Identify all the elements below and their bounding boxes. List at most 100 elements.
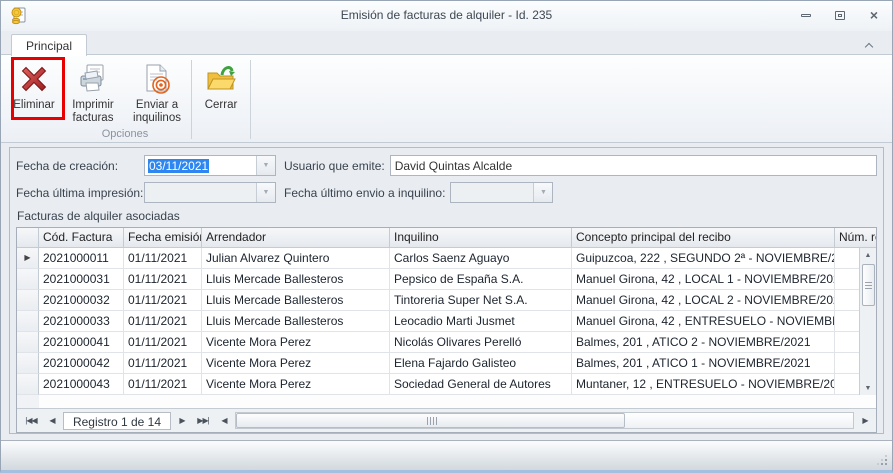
cell-concepto[interactable]: Guipuzcoa, 222 , SEGUNDO 2ª - NOVIEMBRE/…	[572, 248, 835, 269]
cell-inquilino[interactable]: Carlos Saenz Aguayo	[390, 248, 572, 269]
cell-arrendador[interactable]: Vicente Mora Perez	[202, 332, 390, 353]
cell-inquilino[interactable]: Sociedad General de Autores	[390, 374, 572, 395]
cell-fecha-emision[interactable]: 01/11/2021	[124, 374, 202, 395]
cell-arrendador[interactable]: Lluis Mercade Ballesteros	[202, 269, 390, 290]
cell-cod-factura[interactable]: 2021000032	[39, 290, 124, 311]
restore-icon	[835, 11, 845, 20]
row-indicator[interactable]	[17, 311, 39, 332]
fecha-ultima-impresion-value	[145, 183, 256, 202]
header-num-recibos[interactable]: Núm. re	[835, 228, 876, 248]
restore-button[interactable]	[832, 7, 848, 23]
cell-arrendador[interactable]: Lluis Mercade Ballesteros	[202, 311, 390, 332]
cell-cod-factura[interactable]: 2021000011	[39, 248, 124, 269]
eliminar-button[interactable]: Eliminar	[7, 57, 61, 114]
table-row[interactable]: 2021000032 01/11/2021 Lluis Mercade Ball…	[17, 290, 876, 311]
next-record-button[interactable]: ▶	[173, 416, 191, 425]
fecha-creacion-label: Fecha de creación:	[16, 159, 144, 173]
cell-inquilino[interactable]: Tintoreria Super Net S.A.	[390, 290, 572, 311]
row-indicator[interactable]	[17, 374, 39, 395]
cell-cod-factura[interactable]: 2021000041	[39, 332, 124, 353]
table-header: Cód. Factura Fecha emisión Arrendador In…	[17, 228, 876, 248]
scroll-up-button[interactable]: ▲	[860, 248, 876, 262]
cell-fecha-emision[interactable]: 01/11/2021	[124, 248, 202, 269]
cell-fecha-emision[interactable]: 01/11/2021	[124, 332, 202, 353]
scroll-up-icon: ▲	[865, 252, 872, 259]
cell-arrendador[interactable]: Vicente Mora Perez	[202, 374, 390, 395]
cell-concepto[interactable]: Manuel Girona, 42 , LOCAL 2 - NOVIEMBRE/…	[572, 290, 835, 311]
cell-concepto[interactable]: Balmes, 201 , ATICO 1 - NOVIEMBRE/2021	[572, 353, 835, 374]
fecha-ultimo-envio-combo[interactable]: ▼	[450, 182, 553, 203]
close-button[interactable]: ×	[866, 7, 882, 23]
usuario-emite-field[interactable]: David Quintas Alcalde	[390, 155, 877, 176]
vertical-scrollbar[interactable]: ▲ ▼	[859, 248, 876, 395]
last-record-button[interactable]: ▶▶|	[191, 416, 215, 425]
row-indicator[interactable]	[17, 332, 39, 353]
cell-arrendador[interactable]: Vicente Mora Perez	[202, 353, 390, 374]
fecha-ultima-impresion-dropdown-button[interactable]: ▼	[256, 183, 275, 202]
ribbon-group-eliminar: Eliminar	[7, 57, 61, 142]
imprimir-facturas-button[interactable]: Imprimir facturas	[61, 57, 125, 127]
fecha-ultima-impresion-combo[interactable]: ▼	[144, 182, 276, 203]
table-row[interactable]: 2021000043 01/11/2021 Vicente Mora Perez…	[17, 374, 876, 395]
cell-inquilino[interactable]: Nicolás Olivares Perelló	[390, 332, 572, 353]
ribbon-collapse-button[interactable]	[866, 39, 878, 51]
cell-inquilino[interactable]: Leocadio Marti Jusmet	[390, 311, 572, 332]
cell-cod-factura[interactable]: 2021000033	[39, 311, 124, 332]
fecha-ultimo-envio-dropdown-button[interactable]: ▼	[533, 183, 552, 202]
cell-inquilino[interactable]: Elena Fajardo Galisteo	[390, 353, 572, 374]
scroll-down-icon: ▼	[865, 385, 872, 392]
eliminar-label: Eliminar	[13, 99, 55, 112]
form-row-2: Fecha última impresión: ▼ Fecha último e…	[16, 182, 877, 203]
cell-cod-factura[interactable]: 2021000042	[39, 353, 124, 374]
scroll-right-button[interactable]: ▶	[856, 416, 874, 425]
header-fecha-emision[interactable]: Fecha emisión	[124, 228, 202, 248]
enviar-a-inquilinos-button[interactable]: Enviar a inquilinos	[125, 57, 189, 127]
header-concepto[interactable]: Concepto principal del recibo	[572, 228, 835, 248]
fecha-creacion-dropdown-button[interactable]: ▼	[256, 156, 275, 175]
cell-concepto[interactable]: Manuel Girona, 42 , LOCAL 1 - NOVIEMBRE/…	[572, 269, 835, 290]
row-indicator[interactable]: ▶	[17, 248, 39, 269]
table-row[interactable]: 2021000031 01/11/2021 Lluis Mercade Ball…	[17, 269, 876, 290]
cell-cod-factura[interactable]: 2021000031	[39, 269, 124, 290]
table-row[interactable]: ▶ 2021000011 01/11/2021 Julian Alvarez Q…	[17, 248, 876, 269]
table-row[interactable]: 2021000041 01/11/2021 Vicente Mora Perez…	[17, 332, 876, 353]
row-indicator[interactable]	[17, 269, 39, 290]
fecha-ultima-impresion-label: Fecha última impresión:	[16, 186, 144, 200]
cell-arrendador[interactable]: Lluis Mercade Ballesteros	[202, 290, 390, 311]
table-row[interactable]: 2021000033 01/11/2021 Lluis Mercade Ball…	[17, 311, 876, 332]
row-indicator[interactable]	[17, 353, 39, 374]
vertical-scrollbar-thumb[interactable]	[862, 264, 875, 306]
cell-fecha-emision[interactable]: 01/11/2021	[124, 290, 202, 311]
cerrar-button[interactable]: Cerrar	[194, 57, 248, 114]
header-inquilino[interactable]: Inquilino	[390, 228, 572, 248]
horizontal-scrollbar-thumb[interactable]	[236, 413, 625, 428]
table-row[interactable]: 2021000042 01/11/2021 Vicente Mora Perez…	[17, 353, 876, 374]
chevron-down-icon: ▼	[540, 189, 547, 196]
cell-arrendador[interactable]: Julian Alvarez Quintero	[202, 248, 390, 269]
first-record-button[interactable]: |◀◀	[19, 416, 43, 425]
scroll-down-button[interactable]: ▼	[860, 381, 876, 395]
scroll-left-button[interactable]: ◀	[215, 416, 233, 425]
ribbon: Eliminar Imprimir facturas	[1, 54, 892, 143]
cell-inquilino[interactable]: Pepsico de España S.A.	[390, 269, 572, 290]
header-arrendador[interactable]: Arrendador	[202, 228, 390, 248]
group-caption-spacer	[7, 125, 61, 142]
tab-principal[interactable]: Principal	[11, 34, 87, 56]
resize-grip[interactable]	[877, 455, 887, 465]
ribbon-divider	[250, 60, 251, 139]
cell-concepto[interactable]: Balmes, 201 , ATICO 2 - NOVIEMBRE/2021	[572, 332, 835, 353]
minimize-button[interactable]	[798, 7, 814, 23]
cell-cod-factura[interactable]: 2021000043	[39, 374, 124, 395]
cell-concepto[interactable]: Muntaner, 12 , ENTRESUELO - NOVIEMBRE/20…	[572, 374, 835, 395]
cell-fecha-emision[interactable]: 01/11/2021	[124, 353, 202, 374]
header-cod-factura[interactable]: Cód. Factura	[39, 228, 124, 248]
previous-record-button[interactable]: ◀	[43, 416, 61, 425]
cerrar-label: Cerrar	[205, 99, 238, 112]
scroll-left-icon: ◀	[221, 416, 226, 425]
horizontal-scrollbar-track[interactable]	[235, 412, 854, 429]
cell-fecha-emision[interactable]: 01/11/2021	[124, 269, 202, 290]
fecha-creacion-combo[interactable]: 03/11/2021 ▼	[144, 155, 276, 176]
row-indicator[interactable]	[17, 290, 39, 311]
cell-fecha-emision[interactable]: 01/11/2021	[124, 311, 202, 332]
cell-concepto[interactable]: Manuel Girona, 42 , ENTRESUELO - NOVIEMB…	[572, 311, 835, 332]
